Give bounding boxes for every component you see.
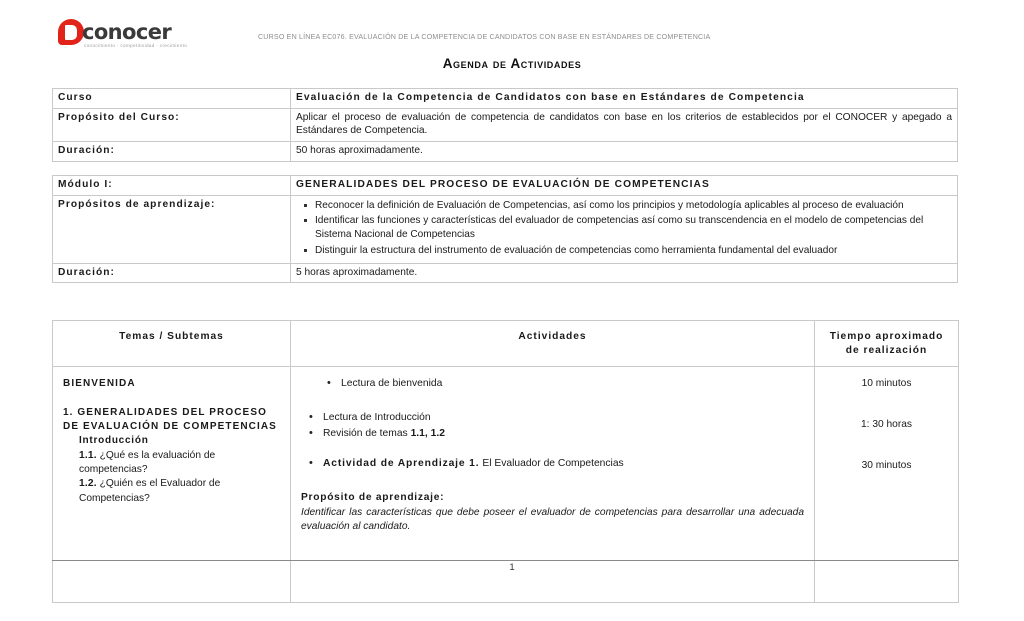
duracion-modulo-label: Duración: — [52, 262, 291, 284]
list-item: Distinguir la estructura del instrumento… — [304, 244, 952, 258]
table-row: Duración: 50 horas aproximadamente. — [52, 141, 958, 162]
proposito-aprendizaje-body: Identificar las características que debe… — [301, 506, 804, 533]
revision-temas-pre: Revisión de temas — [323, 428, 411, 440]
table-row: Duración: 5 horas aproximadamente. — [52, 262, 958, 284]
subtema-1-2-number: 1.2. — [79, 478, 97, 490]
tema-unidad-1: 1. GENERALIDADES DEL PROCESO DE EVALUACI… — [63, 407, 277, 433]
actividad-group-1: Lectura de bienvenida — [301, 376, 804, 392]
logo-wordmark: conocer — [82, 20, 172, 44]
revision-temas-nums: 1.1, 1.2 — [410, 428, 445, 440]
duracion-curso-label: Duración: — [52, 141, 291, 162]
actividad-aprendizaje-text: El Evaluador de Competencias — [479, 458, 624, 470]
module-info-table: Módulo I: GENERALIDADES DEL PROCESO DE E… — [52, 175, 958, 284]
logo-inner-shape — [65, 25, 77, 40]
course-header-text: CURSO EN LÍNEA EC076. EVALUACIÓN DE LA C… — [258, 33, 711, 41]
proposito-aprendizaje-title: Propósito de aprendizaje: — [301, 492, 445, 504]
actividad-group-3: Actividad de Aprendizaje 1. El Evaluador… — [301, 456, 804, 472]
table-header-row: Temas / Subtemas Actividades Tiempo apro… — [52, 319, 959, 368]
tiempo-item-3: 30 minutos — [861, 459, 912, 471]
proposito-aprendizaje-block: Propósito de aprendizaje: Identificar la… — [301, 491, 804, 535]
list-item: Identificar las funciones y característi… — [304, 214, 952, 241]
subtema-1-2: 1.2. ¿Quién es el Evaluador de Competenc… — [79, 477, 280, 506]
list-item: Lectura de Introducción — [301, 410, 804, 426]
subtema-1-1-text: ¿Qué es la evaluación de competencias? — [79, 449, 216, 476]
actividad-list-2: Lectura de Introducción Revisión de tema… — [301, 410, 804, 442]
table-row: Módulo I: GENERALIDADES DEL PROCESO DE E… — [52, 175, 958, 196]
duracion-modulo-value: 5 horas aproximadamente. — [290, 262, 958, 284]
column-header-temas: Temas / Subtemas — [52, 319, 291, 368]
subtema-1-2-text: ¿Quién es el Evaluador de Competencias? — [79, 478, 221, 504]
subtema-1-1-number: 1.1. — [79, 449, 97, 461]
course-info-table: Curso Evaluación de la Competencia de Ca… — [52, 88, 958, 162]
page-number: 1 — [509, 562, 515, 573]
page-title: Agenda de Actividades — [442, 56, 582, 71]
subtema-1-1: 1.1. ¿Qué es la evaluación de competenci… — [79, 449, 280, 478]
modulo-label: Módulo I: — [52, 175, 291, 196]
table-row: Curso Evaluación de la Competencia de Ca… — [52, 88, 958, 109]
propositos-list: Reconocer la definición de Evaluación de… — [296, 199, 952, 258]
propositos-aprendizaje-value: Reconocer la definición de Evaluación de… — [290, 194, 958, 264]
tema-bienvenida: BIENVENIDA — [63, 378, 136, 390]
duracion-curso-value: 50 horas aproximadamente. — [290, 141, 958, 162]
table-row: Propósitos de aprendizaje: Reconocer la … — [52, 194, 958, 264]
list-item: Reconocer la definición de Evaluación de… — [304, 199, 952, 213]
list-item: Lectura de bienvenida — [301, 376, 804, 392]
tiempo-item-2: 1: 30 horas — [861, 419, 912, 431]
column-header-actividades: Actividades — [290, 319, 815, 368]
tiempo-item-1: 10 minutos — [861, 378, 912, 390]
footer-divider — [52, 560, 958, 561]
subtema-introduccion: Introducción — [79, 435, 149, 447]
modulo-value: GENERALIDADES DEL PROCESO DE EVALUACIÓN … — [290, 175, 958, 196]
table-row: Propósito del Curso: Aplicar el proceso … — [52, 107, 958, 143]
conocer-logo: conocer conocimiento · competitividad · … — [58, 19, 188, 57]
proposito-curso-value: Aplicar el proceso de evaluación de comp… — [290, 107, 958, 143]
column-header-tiempo: Tiempo aproximado de realización — [814, 319, 959, 368]
logo-tagline: conocimiento · competitividad · crecimie… — [84, 43, 188, 48]
curso-value: Evaluación de la Competencia de Candidat… — [290, 88, 958, 109]
conocer-logo-icon — [58, 19, 84, 45]
actividad-aprendizaje-label: Actividad de Aprendizaje 1. — [323, 458, 480, 470]
actividad-list-1: Lectura de bienvenida — [301, 376, 804, 392]
list-item: Actividad de Aprendizaje 1. El Evaluador… — [301, 456, 804, 472]
list-item: Revisión de temas 1.1, 1.2 — [301, 426, 804, 442]
column-header-tiempo-line2: de realización — [845, 344, 928, 356]
page-header: conocer conocimiento · competitividad · … — [0, 0, 1024, 78]
actividad-list-3: Actividad de Aprendizaje 1. El Evaluador… — [301, 456, 804, 472]
actividad-group-2: Lectura de Introducción Revisión de tema… — [301, 410, 804, 442]
propositos-aprendizaje-label: Propósitos de aprendizaje: — [52, 194, 291, 264]
document-page: conocer conocimiento · competitividad · … — [0, 0, 1024, 621]
proposito-curso-label: Propósito del Curso: — [52, 107, 291, 143]
column-header-tiempo-line1: Tiempo aproximado — [829, 331, 944, 342]
curso-label: Curso — [52, 88, 291, 109]
